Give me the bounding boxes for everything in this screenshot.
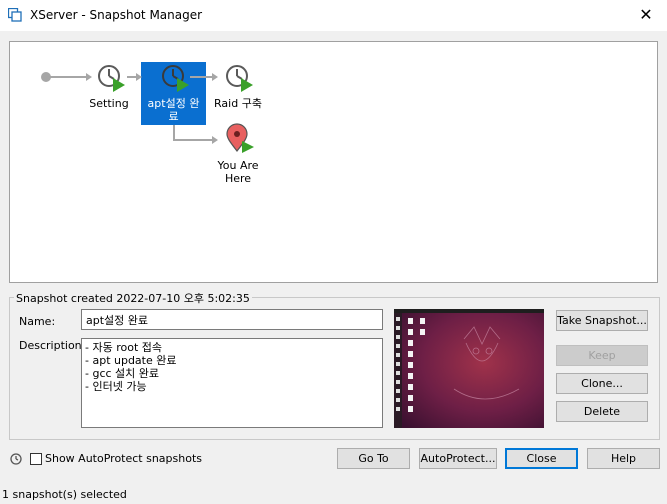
status-bar: 1 snapshot(s) selected	[2, 488, 127, 501]
show-autoprotect-label[interactable]: Show AutoProtect snapshots	[45, 452, 202, 465]
snapshot-thumbnail	[394, 309, 544, 428]
snapshot-node-setting[interactable]: Setting	[80, 97, 138, 110]
current-state-node[interactable]: You Are Here	[207, 159, 269, 185]
snapshot-clock-icon	[162, 65, 189, 92]
description-line: - 인터넷 가능	[85, 380, 147, 393]
snapshot-node-apt[interactable]: apt설정 완 료	[141, 97, 206, 123]
description-line: - apt update 완료	[85, 354, 177, 367]
show-autoprotect-checkbox[interactable]	[30, 453, 42, 465]
go-to-button[interactable]: Go To	[337, 448, 410, 469]
snapshot-node-label: Here	[224, 172, 252, 185]
snapshot-tree-graph	[41, 65, 254, 153]
root-node-dot	[41, 72, 51, 82]
close-button[interactable]: Close	[505, 448, 578, 469]
delete-button[interactable]: Delete	[556, 401, 648, 422]
snapshot-node-raid[interactable]: Raid 구축	[207, 97, 269, 110]
snapshot-description-field[interactable]: - 자동 root 접속 - apt update 완료 - gcc 설치 완료…	[81, 338, 383, 428]
location-pin-icon	[226, 123, 254, 153]
keep-button[interactable]: Keep	[556, 345, 648, 366]
description-line: - gcc 설치 완료	[85, 367, 160, 380]
autoprotect-button[interactable]: AutoProtect...	[419, 448, 497, 469]
description-label: Description:	[19, 339, 86, 352]
take-snapshot-button[interactable]: Take Snapshot...	[556, 310, 648, 331]
name-label: Name:	[19, 315, 56, 328]
snapshot-clock-icon	[226, 65, 253, 92]
history-icon	[10, 453, 22, 465]
snapshot-node-label: You Are	[217, 159, 259, 172]
snapshot-node-label: apt설정 완	[147, 97, 200, 110]
clone-button[interactable]: Clone...	[556, 373, 648, 394]
snapshot-node-label: 료	[168, 110, 179, 123]
description-line: - 자동 root 접속	[85, 341, 162, 354]
help-button[interactable]: Help	[587, 448, 660, 469]
snapshot-created-label: Snapshot created 2022-07-10 오후 5:02:35	[14, 290, 252, 306]
snapshot-name-field[interactable]: apt설정 완료	[81, 309, 383, 330]
snapshot-clock-icon	[98, 65, 125, 92]
